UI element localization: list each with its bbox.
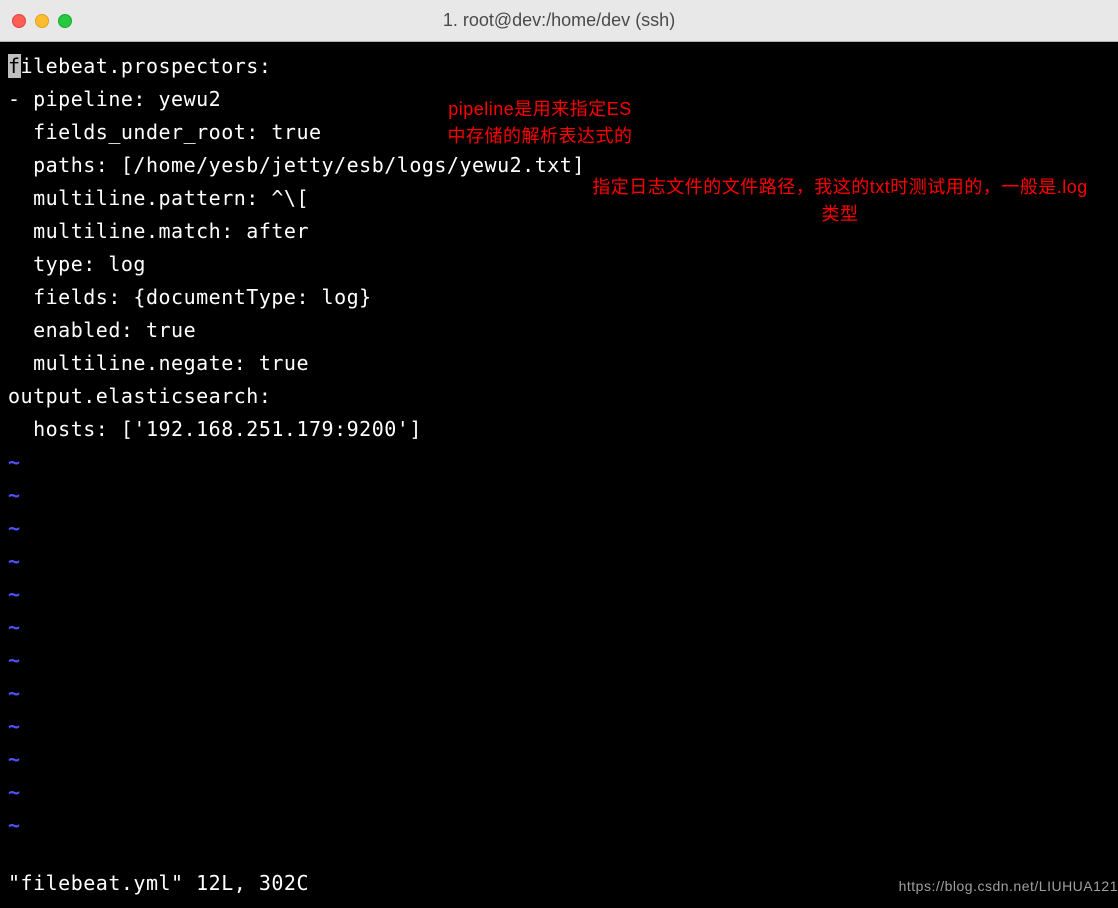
editor-line: multiline.pattern: ^\[ — [8, 182, 1110, 215]
vim-empty-line: ~ — [8, 677, 1110, 710]
editor-line: hosts: ['192.168.251.179:9200'] — [8, 413, 1110, 446]
vim-empty-line: ~ — [8, 446, 1110, 479]
minimize-button[interactable] — [35, 14, 49, 28]
window-title: 1. root@dev:/home/dev (ssh) — [443, 10, 675, 31]
vim-empty-line: ~ — [8, 611, 1110, 644]
traffic-lights — [12, 14, 72, 28]
editor-line: output.elasticsearch: — [8, 380, 1110, 413]
editor-line: fields: {documentType: log} — [8, 281, 1110, 314]
editor-line: enabled: true — [8, 314, 1110, 347]
vim-empty-line: ~ — [8, 479, 1110, 512]
close-button[interactable] — [12, 14, 26, 28]
watermark: https://blog.csdn.net/LIUHUA121 — [899, 875, 1118, 898]
maximize-button[interactable] — [58, 14, 72, 28]
vim-empty-line: ~ — [8, 545, 1110, 578]
vim-empty-line: ~ — [8, 710, 1110, 743]
line-text: ilebeat.prospectors: — [21, 54, 272, 78]
editor-line: multiline.match: after — [8, 215, 1110, 248]
vim-empty-line: ~ — [8, 743, 1110, 776]
vim-empty-line: ~ — [8, 776, 1110, 809]
vim-empty-line: ~ — [8, 512, 1110, 545]
editor-line: multiline.negate: true — [8, 347, 1110, 380]
vim-empty-line: ~ — [8, 578, 1110, 611]
editor-line: type: log — [8, 248, 1110, 281]
editor-line: - pipeline: yewu2 — [8, 83, 1110, 116]
vim-empty-line: ~ — [8, 644, 1110, 677]
terminal[interactable]: filebeat.prospectors: - pipeline: yewu2 … — [0, 42, 1118, 908]
vim-empty-line: ~ — [8, 809, 1110, 842]
vim-status-line: "filebeat.yml" 12L, 302C — [8, 867, 309, 900]
editor-line: paths: [/home/yesb/jetty/esb/logs/yewu2.… — [8, 149, 1110, 182]
editor-line: fields_under_root: true — [8, 116, 1110, 149]
title-bar: 1. root@dev:/home/dev (ssh) — [0, 0, 1118, 42]
cursor: f — [8, 54, 21, 78]
editor-line: filebeat.prospectors: — [8, 50, 1110, 83]
